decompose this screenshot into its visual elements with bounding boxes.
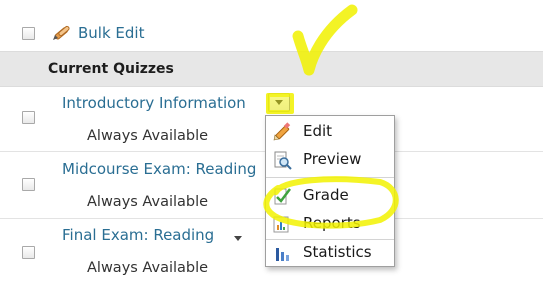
reports-icon <box>272 214 292 234</box>
menu-item-reports[interactable]: Reports <box>266 212 394 236</box>
section-title: Current Quizzes <box>48 61 174 77</box>
menu-item-preview[interactable]: Preview <box>266 148 394 172</box>
statistics-icon <box>272 243 292 263</box>
menu-divider <box>266 239 394 240</box>
quiz-availability: Always Available <box>87 260 209 276</box>
quiz-availability: Always Available <box>87 194 209 210</box>
quiz-title-link[interactable]: Midcourse Exam: Reading <box>62 160 256 178</box>
menu-item-label: Statistics <box>303 243 372 261</box>
quiz-checkbox[interactable] <box>22 178 35 191</box>
quiz-checkbox[interactable] <box>22 111 35 124</box>
quiz-title-link[interactable]: Introductory Information <box>62 94 246 112</box>
chevron-down-icon[interactable] <box>234 236 242 241</box>
menu-item-label: Edit <box>303 122 333 140</box>
select-all-checkbox[interactable] <box>22 27 35 40</box>
menu-divider <box>266 177 394 178</box>
menu-item-label: Grade <box>303 186 349 204</box>
bulk-edit-icon[interactable] <box>52 23 72 45</box>
preview-icon <box>272 150 292 170</box>
menu-item-edit[interactable]: Edit <box>266 120 394 144</box>
bulk-edit-link[interactable]: Bulk Edit <box>78 24 144 42</box>
quiz-title-link[interactable]: Final Exam: Reading <box>62 226 214 244</box>
chevron-down-icon <box>275 100 283 105</box>
menu-item-grade[interactable]: Grade <box>266 184 394 208</box>
quiz-menu-button[interactable] <box>268 93 290 112</box>
quiz-checkbox[interactable] <box>22 246 35 259</box>
menu-item-statistics[interactable]: Statistics <box>266 241 394 265</box>
quiz-context-menu: Edit Preview Grade Reports Statistics <box>265 115 395 267</box>
bulk-edit-row: Bulk Edit <box>0 14 543 50</box>
section-header: Current Quizzes <box>0 51 543 87</box>
pencil-icon <box>272 122 292 142</box>
menu-item-label: Preview <box>303 150 362 168</box>
menu-item-label: Reports <box>303 214 361 232</box>
quiz-availability: Always Available <box>87 128 209 144</box>
grade-icon <box>272 186 292 206</box>
